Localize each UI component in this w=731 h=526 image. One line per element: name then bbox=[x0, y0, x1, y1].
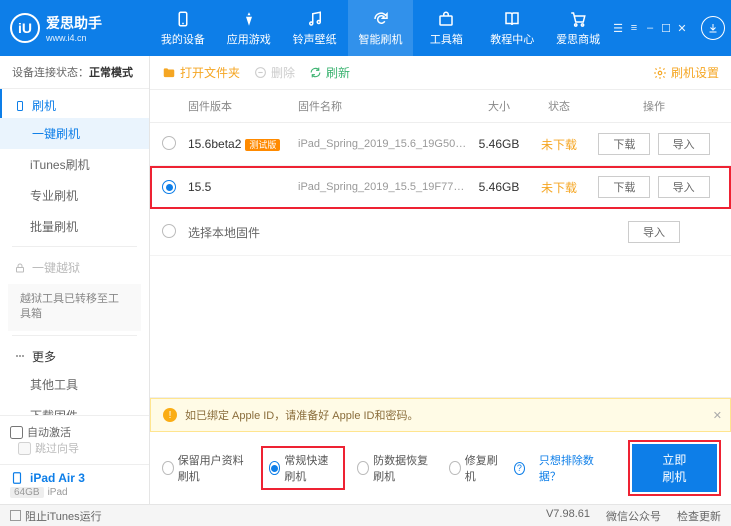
top-nav: 我的设备 应用游戏 铃声壁纸 智能刷机 工具箱 教程中心 爱思商城 bbox=[150, 0, 611, 56]
book-icon bbox=[502, 9, 522, 29]
device-info[interactable]: iPad Air 3 64GB iPad bbox=[0, 464, 149, 504]
win-min-icon[interactable]: – bbox=[643, 21, 657, 35]
brand-url: www.i4.cn bbox=[46, 33, 102, 43]
content: 打开文件夹 删除 刷新 刷机设置 固件版本 固件名称 大小 状态 操作 bbox=[150, 56, 731, 504]
sidebar: 设备连接状态：正常模式 刷机 一键刷机 iTunes刷机 专业刷机 批量刷机 一… bbox=[0, 56, 150, 504]
jailbreak-note: 越狱工具已转移至工具箱 bbox=[8, 284, 141, 331]
nav-tutorial[interactable]: 教程中心 bbox=[479, 0, 545, 56]
refresh-button[interactable]: 刷新 bbox=[309, 64, 350, 81]
mode-repair[interactable]: 修复刷机 bbox=[449, 452, 500, 484]
delete-icon bbox=[254, 66, 267, 79]
win-max-icon[interactable]: ☐ bbox=[659, 21, 673, 35]
sidebar-item-download-fw[interactable]: 下载固件 bbox=[0, 400, 149, 415]
auto-activate-checkbox[interactable]: 自动激活 bbox=[10, 424, 139, 440]
local-firmware-row[interactable]: 选择本地固件 导入 bbox=[150, 209, 731, 256]
more-icon bbox=[14, 350, 26, 362]
open-folder-button[interactable]: 打开文件夹 bbox=[162, 64, 240, 81]
sidebar-item-other[interactable]: 其他工具 bbox=[0, 369, 149, 400]
beta-tag: 测试版 bbox=[245, 139, 280, 151]
radio-unchecked-icon[interactable] bbox=[162, 136, 176, 150]
music-icon bbox=[305, 9, 325, 29]
firmware-row[interactable]: 15.6beta2测试版 iPad_Spring_2019_15.6_19G50… bbox=[150, 123, 731, 166]
download-manager-icon[interactable] bbox=[701, 16, 725, 40]
lock-icon bbox=[14, 262, 26, 274]
gear-icon bbox=[653, 66, 667, 80]
nav-my-device[interactable]: 我的设备 bbox=[150, 0, 216, 56]
info-icon[interactable]: ? bbox=[514, 462, 525, 475]
logo: iU 爱思助手 www.i4.cn bbox=[0, 13, 150, 43]
folder-icon bbox=[162, 66, 176, 80]
phone-small-icon bbox=[14, 100, 26, 112]
delete-button[interactable]: 删除 bbox=[254, 64, 295, 81]
win-menu-icon[interactable]: ☰ bbox=[611, 21, 625, 35]
download-button[interactable]: 下载 bbox=[598, 133, 650, 155]
nav-store[interactable]: 爱思商城 bbox=[545, 0, 611, 56]
download-button[interactable]: 下载 bbox=[598, 176, 650, 198]
import-button[interactable]: 导入 bbox=[658, 133, 710, 155]
warning-bar: ! 如已绑定 Apple ID，请准备好 Apple ID和密码。 ✕ bbox=[150, 398, 731, 432]
mode-recovery[interactable]: 防数据恢复刷机 bbox=[357, 452, 435, 484]
mode-normal[interactable]: 常规快速刷机 bbox=[263, 448, 344, 488]
statusbar: 阻止iTunes运行 V7.98.61 微信公众号 检查更新 bbox=[0, 504, 731, 526]
sidebar-item-itunes[interactable]: iTunes刷机 bbox=[0, 149, 149, 180]
logo-icon: iU bbox=[10, 13, 40, 43]
flash-now-button[interactable]: 立即刷机 bbox=[632, 444, 717, 492]
warning-icon: ! bbox=[163, 408, 177, 422]
sidebar-item-pro[interactable]: 专业刷机 bbox=[0, 180, 149, 211]
flash-settings-button[interactable]: 刷机设置 bbox=[653, 64, 719, 81]
version-label: V7.98.61 bbox=[546, 508, 590, 524]
wechat-link[interactable]: 微信公众号 bbox=[606, 508, 661, 524]
nav-apps[interactable]: 应用游戏 bbox=[216, 0, 282, 56]
block-itunes-checkbox[interactable]: 阻止iTunes运行 bbox=[10, 508, 102, 524]
radio-unchecked-icon[interactable] bbox=[162, 224, 176, 238]
device-icon bbox=[10, 471, 24, 485]
flash-mode-row: 保留用户资料刷机 常规快速刷机 防数据恢复刷机 修复刷机 ? 只想排除数据？ 立… bbox=[150, 432, 731, 504]
titlebar: iU 爱思助手 www.i4.cn 我的设备 应用游戏 铃声壁纸 智能刷机 工具… bbox=[0, 0, 731, 56]
refresh-small-icon bbox=[309, 66, 322, 79]
close-icon[interactable]: ✕ bbox=[713, 409, 722, 422]
check-update-link[interactable]: 检查更新 bbox=[677, 508, 721, 524]
toolbar: 打开文件夹 删除 刷新 刷机设置 bbox=[150, 56, 731, 90]
sidebar-group-more[interactable]: 更多 bbox=[0, 340, 149, 369]
connection-status: 设备连接状态：正常模式 bbox=[0, 56, 149, 89]
apps-icon bbox=[239, 9, 259, 29]
exclude-data-link[interactable]: 只想排除数据？ bbox=[539, 452, 602, 484]
table-header: 固件版本 固件名称 大小 状态 操作 bbox=[150, 90, 731, 123]
radio-checked-icon[interactable] bbox=[162, 180, 176, 194]
sidebar-group-jailbreak[interactable]: 一键越狱 bbox=[0, 251, 149, 280]
nav-toolbox[interactable]: 工具箱 bbox=[413, 0, 479, 56]
nav-ringtone[interactable]: 铃声壁纸 bbox=[282, 0, 348, 56]
sidebar-group-flash[interactable]: 刷机 bbox=[0, 89, 149, 118]
import-button[interactable]: 导入 bbox=[658, 176, 710, 198]
win-skin-icon[interactable]: ≡ bbox=[627, 21, 641, 35]
nav-flash[interactable]: 智能刷机 bbox=[348, 0, 414, 56]
mode-keep-data[interactable]: 保留用户资料刷机 bbox=[162, 452, 249, 484]
firmware-row-selected[interactable]: 15.5 iPad_Spring_2019_15.5_19F77_Restore… bbox=[150, 166, 731, 209]
import-button[interactable]: 导入 bbox=[628, 221, 680, 243]
sidebar-item-oneclick[interactable]: 一键刷机 bbox=[0, 118, 149, 149]
win-close-icon[interactable]: ✕ bbox=[675, 21, 689, 35]
sidebar-item-batch[interactable]: 批量刷机 bbox=[0, 211, 149, 242]
toolbox-icon bbox=[436, 9, 456, 29]
skip-guide-checkbox[interactable]: 跳过向导 bbox=[18, 440, 139, 456]
phone-icon bbox=[173, 9, 193, 29]
refresh-icon bbox=[371, 9, 391, 29]
cart-icon bbox=[568, 9, 588, 29]
brand-name: 爱思助手 bbox=[46, 13, 102, 33]
